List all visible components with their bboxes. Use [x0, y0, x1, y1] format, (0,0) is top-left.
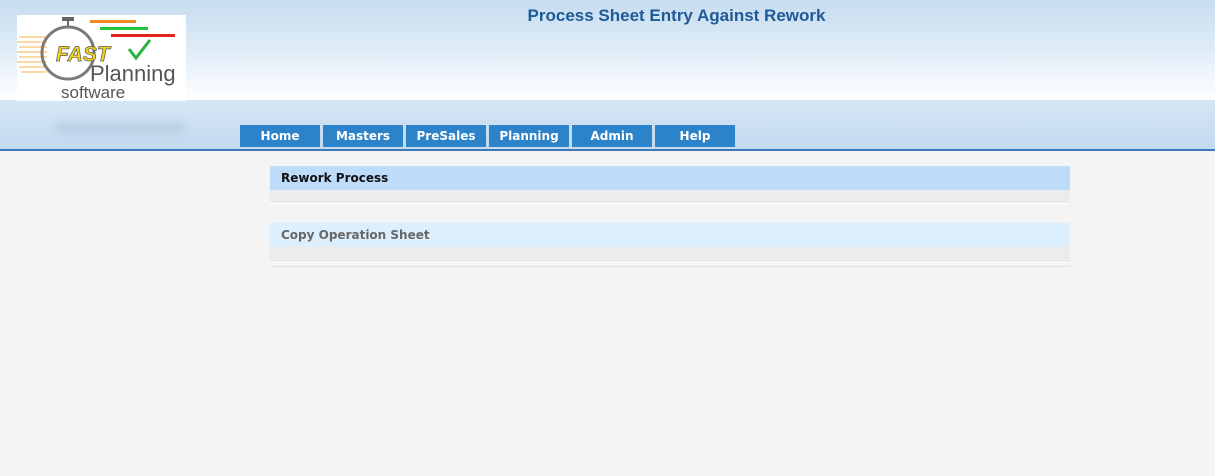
nav-masters[interactable]: Masters [323, 125, 403, 147]
nav-glow-decoration [55, 122, 185, 134]
nav-planning[interactable]: Planning [489, 125, 569, 147]
nav-help[interactable]: Help [655, 125, 735, 147]
logo-software-text: software [61, 83, 125, 101]
panel-container: Rework Process Copy Operation Sheet [270, 166, 1070, 267]
logo-graphic: FAST Planning software [17, 17, 176, 101]
panel-copy-operation-sheet-header[interactable]: Copy Operation Sheet [270, 223, 1070, 247]
nav-home[interactable]: Home [240, 125, 320, 147]
panel-rework-process-body [270, 190, 1070, 204]
main-nav: Home Masters PreSales Planning Admin Hel… [240, 125, 735, 147]
fast-planning-logo: FAST Planning software [17, 15, 186, 101]
panel-rework-process-header[interactable]: Rework Process [270, 166, 1070, 190]
nav-presales[interactable]: PreSales [406, 125, 486, 147]
nav-divider [0, 149, 1215, 151]
nav-admin[interactable]: Admin [572, 125, 652, 147]
panel-copy-operation-sheet-body [270, 247, 1070, 263]
panel-footer-divider [270, 263, 1070, 267]
page-title: Process Sheet Entry Against Rework [527, 6, 826, 25]
